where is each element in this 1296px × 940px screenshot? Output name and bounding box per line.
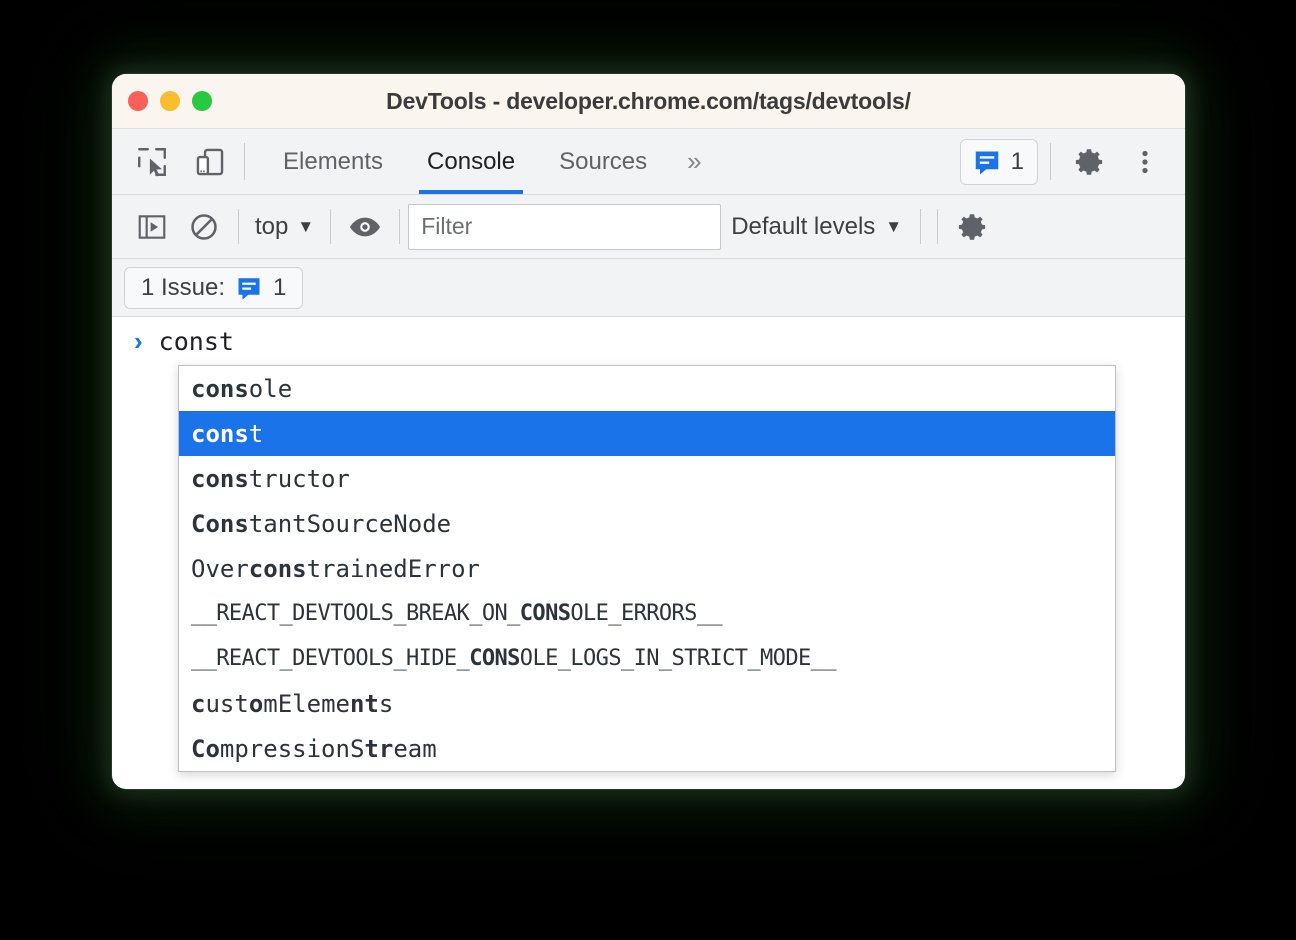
clear-console-icon — [191, 213, 217, 240]
tabbar-separator — [244, 143, 245, 180]
tabbar-left-icons — [112, 129, 236, 194]
log-levels-selector[interactable]: Default levels ▼ — [721, 209, 912, 245]
issues-counter-button[interactable]: 1 — [959, 138, 1038, 185]
console-settings-gear-icon — [958, 213, 986, 240]
three-dots-vertical-icon — [1142, 150, 1148, 173]
autocomplete-item[interactable]: cons ole — [179, 366, 1115, 411]
devtools-window: DevTools - developer.chrome.com/tags/dev… — [112, 74, 1185, 789]
more-tabs-label: » — [687, 146, 702, 176]
console-toolbar-separator-4 — [920, 209, 922, 244]
issues-speech-bubble-icon — [975, 151, 998, 174]
tabbar-right-controls: 1 — [959, 129, 1185, 194]
autocomplete-item[interactable]: __REACT_DEVTOOLS_BREAK_ON_ CONS OLE_ERRORS… — [179, 591, 1115, 636]
tab-sources-label: Sources — [559, 147, 648, 175]
issues-summary-button[interactable]: 1 Issue: 1 — [124, 266, 304, 309]
console-filter-input[interactable] — [408, 203, 722, 250]
create-live-expression-button[interactable] — [339, 201, 391, 253]
device-toolbar-icon — [196, 148, 224, 175]
console-settings-button[interactable] — [946, 201, 998, 253]
screenshot-stage: DevTools - developer.chrome.com/tags/dev… — [0, 0, 1296, 940]
panel-tabs: Elements Console Sources — [261, 129, 669, 194]
window-titlebar: DevTools - developer.chrome.com/tags/dev… — [112, 74, 1185, 129]
console-toolbar-separator-3 — [399, 209, 401, 244]
issues-bar: 1 Issue: 1 — [112, 259, 1185, 317]
console-sidebar-toggle-icon — [138, 214, 166, 239]
devtools-tabbar: Elements Console Sources » 1 — [112, 129, 1185, 195]
devtools-overflow-menu-button[interactable] — [1119, 136, 1171, 188]
autocomplete-item[interactable]: cons t — [179, 411, 1115, 456]
maximize-window-button[interactable] — [192, 91, 212, 111]
console-prompt-caret-icon: › — [134, 326, 143, 356]
tab-console-label: Console — [427, 147, 516, 175]
clear-console-button[interactable] — [178, 201, 230, 253]
traffic-lights — [112, 91, 212, 111]
execution-context-selector[interactable]: top ▼ — [247, 209, 322, 245]
gear-icon — [1075, 148, 1103, 175]
console-toolbar-separator-5 — [937, 209, 939, 244]
autocomplete-dropdown[interactable]: cons ole cons t cons tructor Cons tantSourceNod… — [178, 365, 1116, 772]
console-toolbar-separator-1 — [238, 209, 239, 244]
chevron-down-icon: ▼ — [885, 216, 903, 236]
chevron-down-icon: ▼ — [297, 216, 315, 236]
autocomplete-item[interactable]: Co mpressionS tr eam — [179, 726, 1115, 771]
issues-summary-count: 1 — [273, 273, 287, 301]
tabbar-right-separator — [1050, 143, 1051, 180]
autocomplete-item[interactable]: Cons tantSourceNode — [179, 501, 1115, 546]
autocomplete-item[interactable]: __REACT_DEVTOOLS_HIDE_ CONS OLE_LOGS_IN_ST… — [179, 636, 1115, 681]
more-tabs-button[interactable]: » — [669, 129, 719, 194]
tab-sources[interactable]: Sources — [537, 129, 669, 194]
inspect-element-icon — [138, 147, 166, 176]
minimize-window-button[interactable] — [160, 91, 180, 111]
issues-speech-bubble-icon — [238, 277, 260, 300]
issues-summary-label: 1 Issue: — [141, 273, 226, 301]
devtools-settings-button[interactable] — [1063, 136, 1115, 188]
execution-context-label: top — [255, 212, 289, 240]
console-prompt-row[interactable]: › const — [112, 317, 1185, 365]
tab-console[interactable]: Console — [405, 129, 537, 194]
autocomplete-item[interactable]: Over cons trainedError — [179, 546, 1115, 591]
tab-elements-label: Elements — [283, 147, 384, 175]
autocomplete-item[interactable]: c ust o mEleme nt s — [179, 681, 1115, 726]
toggle-device-toolbar-button[interactable] — [184, 136, 236, 188]
console-toolbar: top ▼ Default levels ▼ — [112, 195, 1185, 259]
autocomplete-item[interactable]: cons tructor — [179, 456, 1115, 501]
tab-elements[interactable]: Elements — [261, 129, 405, 194]
issues-count: 1 — [1010, 147, 1024, 175]
window-title: DevTools - developer.chrome.com/tags/dev… — [386, 87, 911, 114]
live-expression-eye-icon — [350, 217, 381, 236]
console-prompt-text: const — [158, 326, 234, 356]
console-body: › const cons ole cons t cons tructor Cons tantS… — [112, 317, 1185, 772]
log-levels-label: Default levels — [731, 212, 876, 240]
inspect-element-button[interactable] — [126, 136, 178, 188]
console-sidebar-toggle-button[interactable] — [126, 201, 178, 253]
close-window-button[interactable] — [128, 91, 148, 111]
console-toolbar-separator-2 — [330, 209, 332, 244]
